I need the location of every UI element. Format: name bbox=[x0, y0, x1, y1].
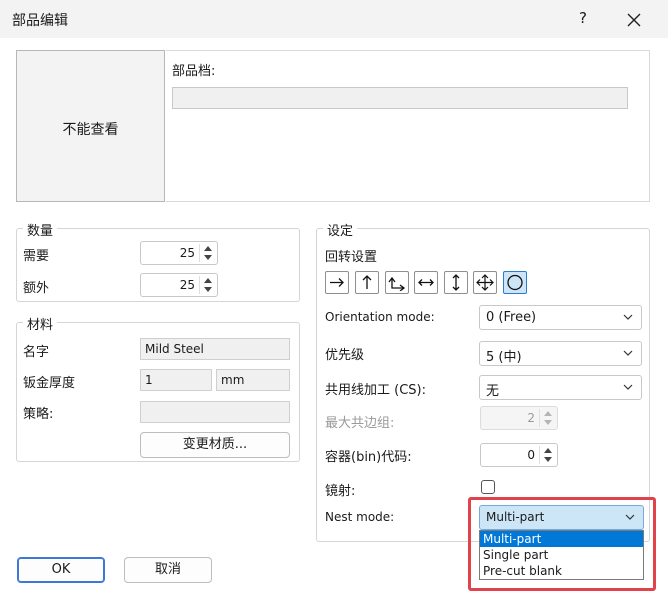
bin-code-label: 容器(bin)代码: bbox=[325, 450, 412, 465]
max-common-label: 最大共边组: bbox=[325, 416, 395, 431]
required-stepper[interactable]: 25 bbox=[140, 241, 218, 265]
cancel-button[interactable]: 取消 bbox=[124, 557, 212, 583]
common-cut-select[interactable]: 无 bbox=[479, 375, 642, 400]
change-material-button[interactable]: 变更材质... bbox=[140, 432, 290, 458]
max-common-value: 2 bbox=[527, 411, 535, 425]
move-cross-icon bbox=[476, 274, 494, 291]
material-name-label: 名字 bbox=[23, 345, 50, 360]
stepper-arrows[interactable] bbox=[539, 446, 555, 464]
rotate-all-button[interactable] bbox=[473, 271, 497, 294]
quantity-legend: 数量 bbox=[23, 220, 58, 239]
window-title: 部品编辑 bbox=[12, 13, 68, 29]
close-icon[interactable] bbox=[626, 12, 642, 28]
stepper-down-icon[interactable] bbox=[544, 457, 552, 462]
rotate-horizontal-button[interactable] bbox=[414, 271, 438, 294]
preview-unavailable-text: 不能查看 bbox=[62, 122, 119, 138]
nest-mode-label: Nest mode: bbox=[325, 510, 395, 524]
orientation-label: Orientation mode: bbox=[325, 310, 435, 324]
part-file-panel bbox=[166, 50, 650, 202]
rotate-corner-button[interactable] bbox=[385, 271, 409, 294]
stepper-down-icon[interactable] bbox=[204, 255, 212, 260]
arrow-right-icon bbox=[330, 278, 344, 287]
priority-value: 5 (中) bbox=[486, 350, 522, 365]
bin-code-value: 0 bbox=[527, 448, 535, 462]
rotate-right-button[interactable] bbox=[325, 271, 349, 294]
stepper-up-icon[interactable] bbox=[544, 448, 552, 453]
extra-label: 额外 bbox=[23, 281, 50, 296]
stepper-arrows[interactable] bbox=[199, 276, 215, 294]
strategy-field bbox=[140, 401, 290, 423]
chevron-down-icon bbox=[623, 350, 633, 356]
thickness-unit-field: mm bbox=[216, 369, 290, 391]
orientation-select[interactable]: 0 (Free) bbox=[479, 305, 642, 330]
max-common-stepper[interactable]: 2 bbox=[480, 406, 558, 430]
strategy-label: 策略: bbox=[23, 407, 54, 422]
mirror-checkbox[interactable] bbox=[481, 480, 495, 494]
arrow-up-icon bbox=[362, 275, 372, 289]
stepper-arrows[interactable] bbox=[539, 409, 555, 427]
required-value: 25 bbox=[179, 246, 195, 260]
material-legend: 材料 bbox=[23, 314, 58, 333]
thickness-label: 钣金厚度 bbox=[23, 376, 76, 391]
stepper-up-icon[interactable] bbox=[204, 246, 212, 251]
chevron-down-icon bbox=[623, 314, 633, 320]
material-name-field: Mild Steel bbox=[140, 338, 290, 360]
priority-select[interactable]: 5 (中) bbox=[479, 341, 642, 366]
rotate-vertical-button[interactable] bbox=[444, 271, 468, 294]
arrow-corner-icon bbox=[388, 276, 406, 291]
stepper-up-icon[interactable] bbox=[204, 278, 212, 283]
rotation-label: 回转设置 bbox=[325, 250, 378, 265]
part-file-field bbox=[172, 87, 628, 109]
title-bar: 部品编辑 ? bbox=[0, 0, 668, 38]
ok-button[interactable]: OK bbox=[17, 557, 105, 583]
priority-label: 优先级 bbox=[325, 348, 365, 363]
chevron-down-icon bbox=[623, 384, 633, 390]
help-icon[interactable]: ? bbox=[579, 9, 587, 27]
required-label: 需要 bbox=[23, 249, 50, 264]
rotate-free-button[interactable] bbox=[503, 271, 527, 294]
thickness-field: 1 bbox=[140, 369, 212, 391]
extra-value: 25 bbox=[179, 278, 195, 292]
highlight-annotation bbox=[468, 497, 656, 591]
rotate-up-button[interactable] bbox=[355, 271, 379, 294]
common-cut-label: 共用线加工 (CS): bbox=[325, 383, 426, 398]
bin-code-stepper[interactable]: 0 bbox=[480, 443, 558, 467]
arrow-left-right-icon bbox=[418, 279, 434, 286]
extra-stepper[interactable]: 25 bbox=[140, 273, 218, 297]
settings-legend: 设定 bbox=[323, 220, 358, 239]
part-preview: 不能查看 bbox=[16, 50, 165, 202]
circle-free-icon bbox=[507, 274, 523, 291]
stepper-down-icon[interactable] bbox=[544, 420, 552, 425]
stepper-down-icon[interactable] bbox=[204, 287, 212, 292]
common-cut-value: 无 bbox=[486, 384, 500, 399]
stepper-arrows[interactable] bbox=[199, 244, 215, 262]
arrow-up-down-icon bbox=[452, 274, 460, 291]
part-file-label: 部品档: bbox=[172, 64, 216, 79]
mirror-label: 镜射: bbox=[325, 484, 356, 499]
orientation-value: 0 (Free) bbox=[486, 310, 537, 325]
stepper-up-icon[interactable] bbox=[544, 411, 552, 416]
